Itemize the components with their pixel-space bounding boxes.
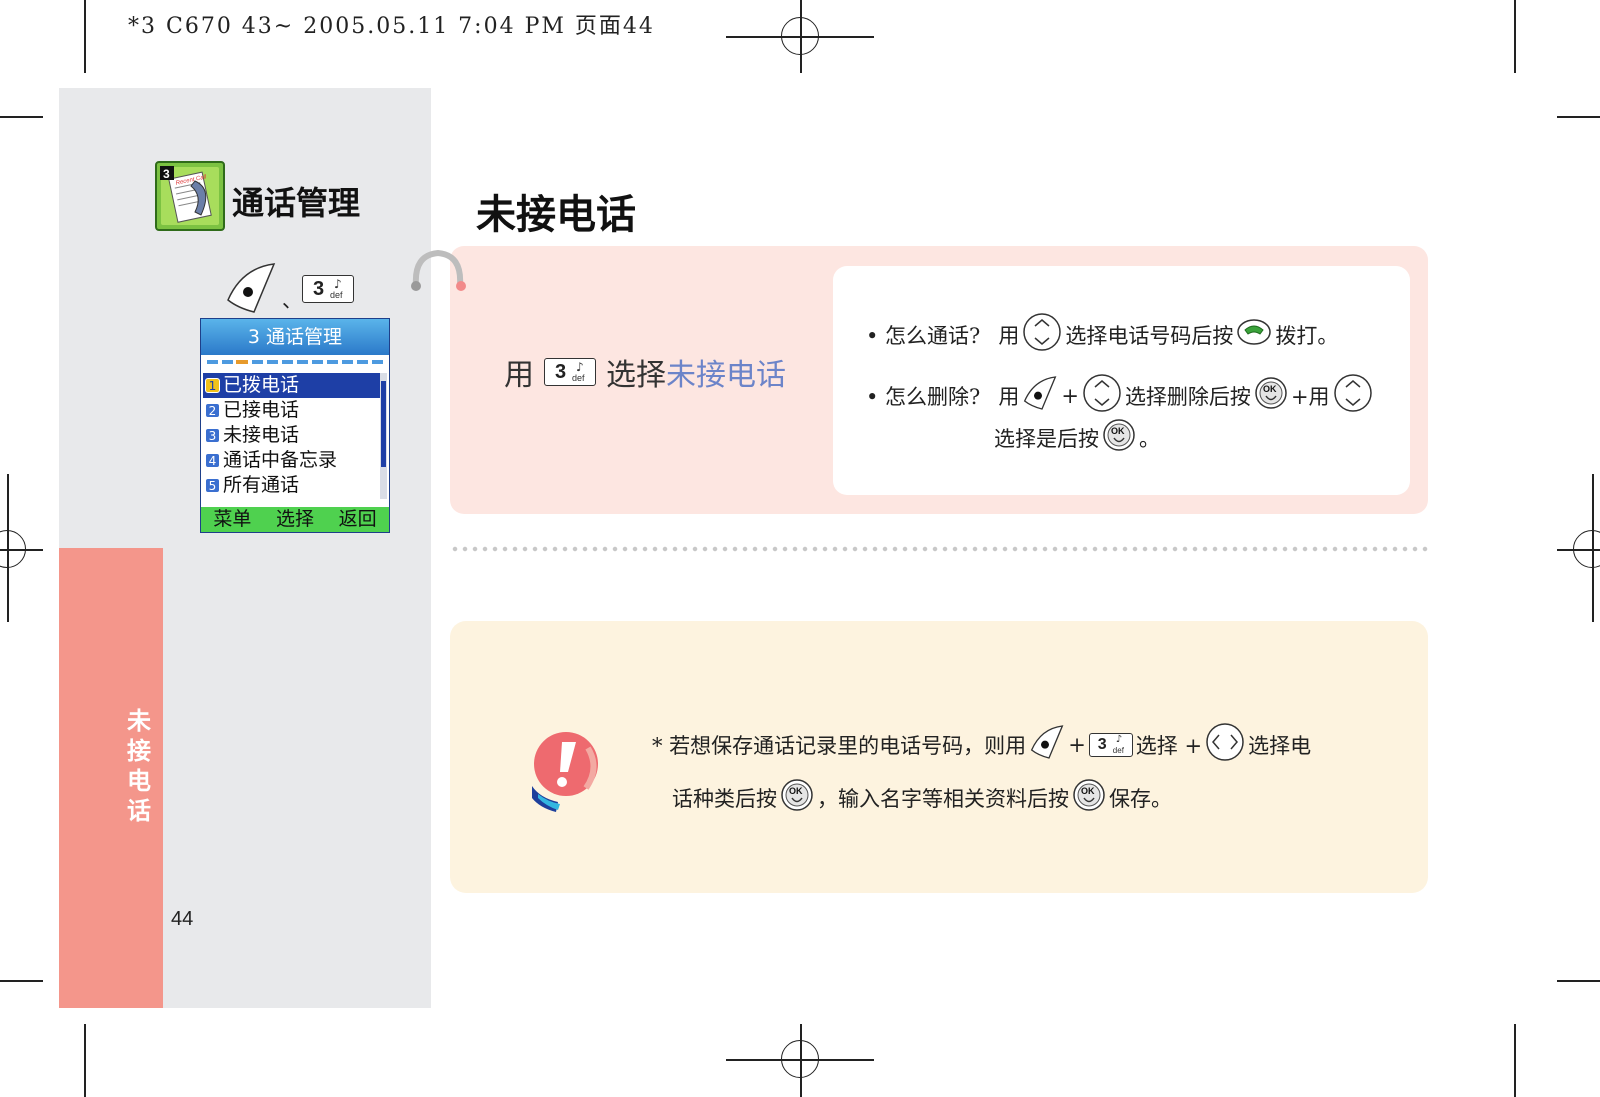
shortcut-keys: 、 3 def ♪ (224, 262, 364, 313)
navigation-key-icon (1022, 312, 1062, 357)
note-line-1: * 若想保存通话记录里的电话号码，则用 + 3 def ♪ 选择 + 选择电 (652, 722, 1311, 767)
instruction-text: 用 3 def ♪ 选择 未接电话 (504, 350, 786, 394)
registration-mark (781, 1040, 819, 1078)
number-3-key-icon: 3 def ♪ (1088, 732, 1133, 757)
phone-menu-item: 3 未接电话 (203, 423, 381, 448)
registration-mark (0, 530, 26, 568)
print-header: *3 C670 43~ 2005.05.11 7:04 PM 页面44 (128, 14, 655, 39)
phone-screen-header: 3 通话管理 (201, 319, 389, 355)
svg-text:OK: OK (789, 786, 803, 796)
svg-text:OK: OK (1263, 384, 1277, 394)
crop-mark (0, 980, 43, 982)
number-3-key-icon: 3 def ♪ (544, 358, 596, 386)
menu-key-icon (1022, 375, 1058, 416)
key-separator: 、 (282, 288, 302, 312)
registration-mark (1573, 530, 1600, 568)
svg-text:3: 3 (163, 167, 170, 181)
tip-delete-line2: 选择是后按 OK 。 (994, 418, 1160, 457)
crop-mark (1557, 116, 1600, 118)
svg-text:OK: OK (1081, 786, 1095, 796)
number-3-key-icon: 3 def ♪ (302, 275, 354, 303)
phone-menu-item: 2 已接电话 (203, 398, 381, 423)
dotted-divider (450, 546, 1430, 552)
softkey-select: 选择 (275, 508, 314, 530)
crop-mark (1514, 0, 1516, 73)
tip-delete: • 怎么删除? 用 + 选择删除后按 OK +用 (866, 373, 1376, 418)
ok-key-icon: OK (1254, 376, 1288, 415)
phone-scrollbar-thumb (381, 381, 386, 467)
menu-key-icon (224, 262, 278, 318)
phone-page-indicator (207, 360, 383, 364)
ok-key-icon: OK (1102, 418, 1136, 457)
highlight-text: 未接电话 (666, 358, 786, 393)
phone-scrollbar (380, 373, 387, 499)
phone-menu-item: 5 所有通话 (203, 473, 381, 498)
crop-mark (1557, 980, 1600, 982)
binder-hook-icon (410, 249, 468, 295)
svg-text:OK: OK (1111, 426, 1125, 436)
phone-menu-item: 1 已拨电话 (203, 373, 381, 398)
tip-call: • 怎么通话? 用 选择电话号码后按 拨打。 (866, 312, 1338, 357)
send-key-icon (1236, 318, 1272, 351)
section-title: 通话管理 (232, 184, 361, 222)
phone-softkey-bar: 菜单 选择 返回 (201, 507, 389, 532)
phone-menu-list: 1 已拨电话 2 已接电话 3 未接电话 4 通话中备忘录 5 所有通话 (203, 373, 381, 498)
side-tab-label-wrap: 未接电话 (0, 706, 160, 826)
softkey-menu: 菜单 (213, 508, 252, 530)
menu-key-icon (1029, 724, 1065, 765)
navigation-key-icon (1333, 373, 1373, 418)
crop-mark (84, 0, 86, 73)
left-right-key-icon (1205, 722, 1245, 767)
navigation-key-icon (1082, 373, 1122, 418)
call-log-icon: Recent Call 3 (155, 161, 225, 231)
crop-mark (84, 1024, 86, 1097)
phone-page-indicator-current (236, 360, 248, 364)
registration-mark (781, 17, 819, 55)
ok-key-icon: OK (780, 778, 814, 817)
page-title: 未接电话 (476, 192, 636, 238)
note-line-2: 话种类后按 OK ，输入名字等相关资料后按 OK 保存。 (672, 778, 1172, 817)
exclamation-icon (526, 728, 602, 816)
crop-mark (1514, 1024, 1516, 1097)
side-tab-label: 未接电话 (127, 707, 151, 825)
phone-screen: 3 通话管理 1 已拨电话 2 已接电话 3 未接电话 4 通话中备忘录 5 所… (200, 318, 390, 533)
phone-menu-item: 4 通话中备忘录 (203, 448, 381, 473)
softkey-back: 返回 (338, 508, 377, 530)
crop-mark (0, 116, 43, 118)
ok-key-icon: OK (1072, 778, 1106, 817)
page-number: 44 (171, 908, 194, 930)
